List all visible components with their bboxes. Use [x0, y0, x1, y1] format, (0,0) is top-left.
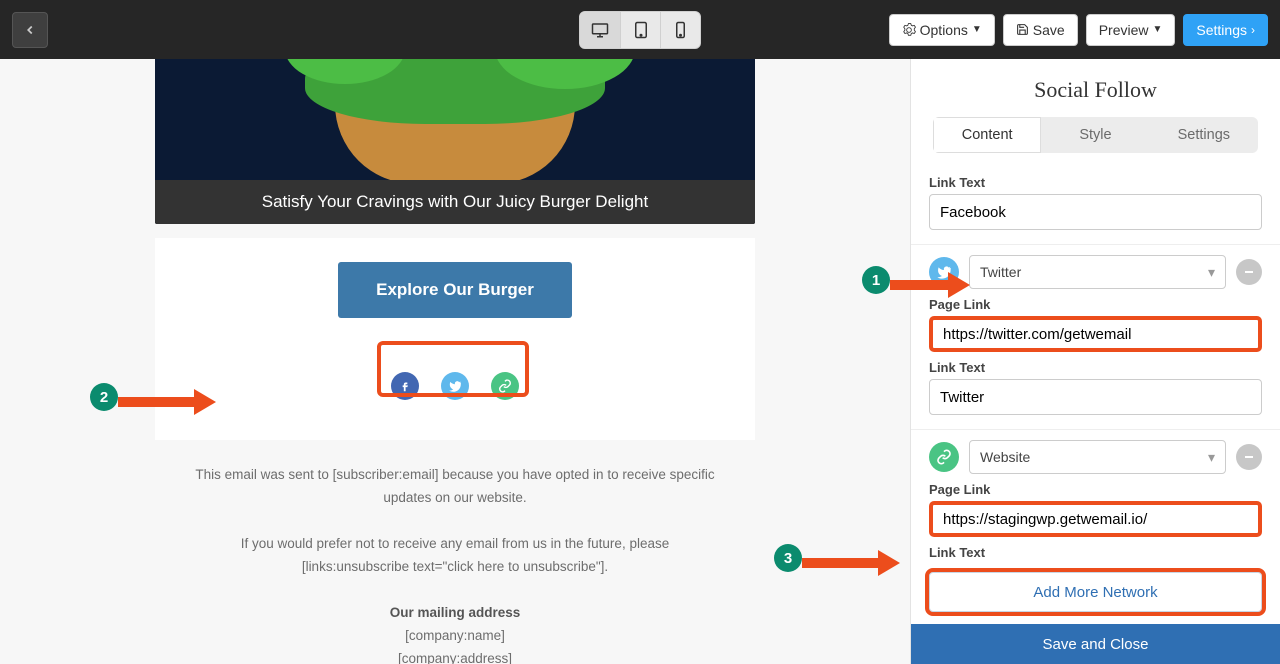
sidebar: Social Follow Content Style Settings Lin…	[910, 59, 1280, 664]
email-footer: This email was sent to [subscriber:email…	[155, 440, 755, 664]
tab-style[interactable]: Style	[1041, 117, 1149, 153]
arrow-left-icon	[23, 23, 37, 37]
hero-caption: Satisfy Your Cravings with Our Juicy Bur…	[155, 180, 755, 224]
caret-down-icon: ▼	[1153, 24, 1163, 35]
content-card: Explore Our Burger	[155, 238, 755, 440]
preview-label: Preview	[1099, 22, 1149, 38]
tab-settings[interactable]: Settings	[1150, 117, 1258, 153]
caret-down-icon: ▼	[972, 24, 982, 35]
preview-button[interactable]: Preview ▼	[1086, 14, 1176, 46]
save-icon	[1016, 23, 1029, 36]
mobile-icon	[675, 21, 686, 39]
network-select[interactable]: Twitter▾	[969, 255, 1226, 289]
link-text-label: Link Text	[929, 175, 1262, 190]
options-label: Options	[920, 22, 968, 38]
network-select[interactable]: Website▾	[969, 440, 1226, 474]
gear-icon	[902, 23, 916, 37]
hero-image-block[interactable]: Satisfy Your Cravings with Our Juicy Bur…	[155, 59, 755, 224]
link-text-label: Link Text	[929, 545, 1262, 560]
website-link-icon	[929, 442, 959, 472]
save-and-close-button[interactable]: Save and Close	[911, 624, 1280, 664]
options-button[interactable]: Options ▼	[889, 14, 995, 46]
burger-illustration	[335, 104, 575, 184]
add-more-network-button[interactable]: Add More Network	[929, 572, 1262, 612]
minus-icon	[1243, 266, 1255, 278]
device-tablet-button[interactable]	[620, 12, 660, 48]
footer-address: [company:address]	[195, 648, 715, 664]
sidebar-scroll[interactable]: Link Text Twitter▾ Page Link Link Text	[911, 167, 1280, 560]
network-group-facebook: Link Text	[911, 175, 1280, 244]
link-text-label: Link Text	[929, 360, 1262, 375]
back-button[interactable]	[12, 12, 48, 48]
chevron-down-icon: ▾	[1208, 264, 1215, 281]
twitter-icon	[929, 257, 959, 287]
link-text-input[interactable]	[929, 379, 1262, 415]
save-button[interactable]: Save	[1003, 14, 1078, 46]
device-desktop-button[interactable]	[580, 12, 620, 48]
device-preview-group	[579, 11, 701, 49]
desktop-icon	[591, 22, 609, 38]
topbar-right-buttons: Options ▼ Save Preview ▼ Settings ›	[889, 14, 1268, 46]
page-link-label: Page Link	[929, 297, 1262, 312]
email-canvas[interactable]: Satisfy Your Cravings with Our Juicy Bur…	[0, 59, 910, 664]
network-group-twitter: Twitter▾ Page Link Link Text	[911, 244, 1280, 429]
remove-network-button[interactable]	[1236, 259, 1262, 285]
chevron-right-icon: ›	[1251, 23, 1255, 37]
workspace: Satisfy Your Cravings with Our Juicy Bur…	[0, 59, 1280, 664]
page-link-label: Page Link	[929, 482, 1262, 497]
footer-company: [company:name]	[195, 625, 715, 648]
tablet-icon	[634, 21, 648, 39]
page-link-input[interactable]	[929, 316, 1262, 352]
email-template: Satisfy Your Cravings with Our Juicy Bur…	[155, 59, 755, 664]
link-text-input[interactable]	[929, 194, 1262, 230]
page-link-input[interactable]	[929, 501, 1262, 537]
highlight-box-2	[377, 341, 529, 397]
network-group-website: Website▾ Page Link Link Text	[911, 429, 1280, 560]
tab-content[interactable]: Content	[933, 117, 1041, 153]
cta-button[interactable]: Explore Our Burger	[338, 262, 572, 318]
device-mobile-button[interactable]	[660, 12, 700, 48]
footer-line1: This email was sent to [subscriber:email…	[195, 464, 715, 510]
chevron-down-icon: ▾	[1208, 449, 1215, 466]
panel-tabs: Content Style Settings	[933, 117, 1258, 153]
minus-icon	[1243, 451, 1255, 463]
remove-network-button[interactable]	[1236, 444, 1262, 470]
save-label: Save	[1033, 22, 1065, 38]
settings-label: Settings	[1196, 22, 1247, 38]
callout-number: 2	[90, 383, 118, 411]
panel-title: Social Follow	[911, 59, 1280, 117]
footer-line2: If you would prefer not to receive any e…	[195, 533, 715, 579]
footer-mail-heading: Our mailing address	[390, 605, 521, 620]
settings-button[interactable]: Settings ›	[1183, 14, 1268, 46]
topbar: Options ▼ Save Preview ▼ Settings ›	[0, 0, 1280, 59]
